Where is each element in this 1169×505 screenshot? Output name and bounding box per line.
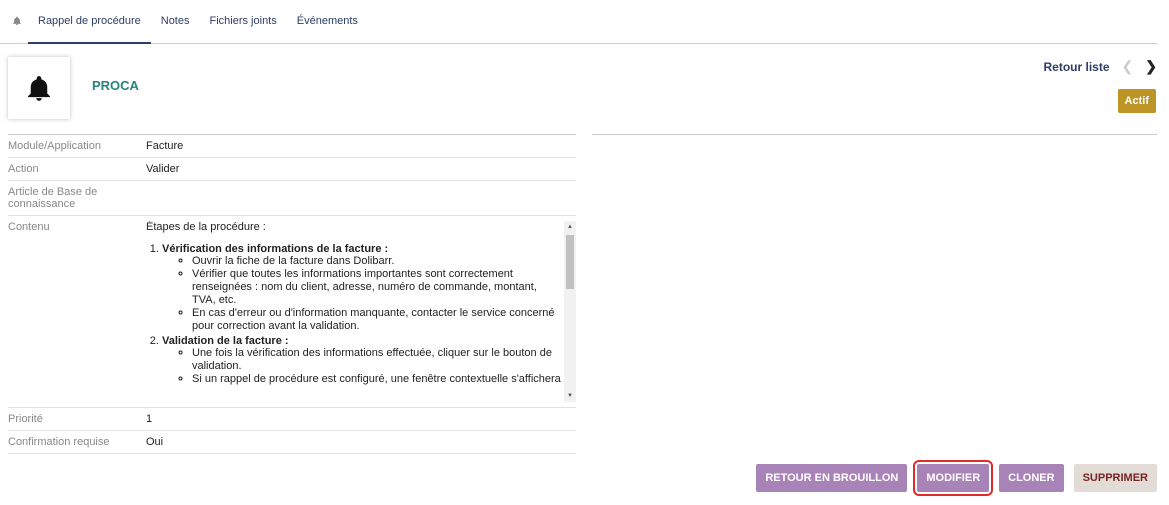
field-row-module: Module/Application Facture bbox=[8, 135, 576, 158]
field-row-knowledge-base: Article de Base de connaissance bbox=[8, 181, 576, 216]
field-value: Étapes de la procédure : Vérification de… bbox=[144, 216, 576, 407]
tab-notes[interactable]: Notes bbox=[151, 0, 200, 43]
field-value: 1 bbox=[146, 413, 153, 425]
list-item: Ouvrir la fiche de la facture dans Dolib… bbox=[192, 255, 562, 268]
step-title: Vérification des informations de la fact… bbox=[162, 243, 389, 255]
page-title: PROCA bbox=[92, 78, 139, 93]
list-item: Si un rappel de procédure est configuré,… bbox=[192, 373, 562, 386]
back-to-list-link[interactable]: Retour liste bbox=[1044, 60, 1110, 74]
bell-icon bbox=[28, 76, 50, 101]
scroll-thumb[interactable] bbox=[566, 235, 574, 289]
list-item: Vérifier que toutes les informations imp… bbox=[192, 268, 562, 307]
field-value: Oui bbox=[146, 436, 164, 448]
bell-icon[interactable] bbox=[0, 0, 28, 43]
field-label: Contenu bbox=[8, 221, 50, 233]
delete-button[interactable]: SUPPRIMER bbox=[1073, 464, 1157, 492]
field-row-contenu: Contenu Étapes de la procédure : Vérific… bbox=[8, 216, 576, 408]
field-label: Article de Base de connaissance bbox=[8, 186, 98, 210]
field-row-confirmation: Confirmation requise Oui bbox=[8, 431, 576, 454]
field-label: Confirmation requise bbox=[8, 436, 110, 448]
tab-fichiers-joints[interactable]: Fichiers joints bbox=[200, 0, 287, 43]
step-title: Validation de la facture : bbox=[162, 335, 289, 347]
contenu-scroll-area[interactable]: Étapes de la procédure : Vérification de… bbox=[146, 221, 576, 402]
list-item: Vérification des informations de la fact… bbox=[162, 243, 562, 333]
field-row-priority: Priorité 1 bbox=[8, 408, 576, 431]
action-buttons: RETOUR EN BROUILLON MODIFIER CLONER SUPP… bbox=[756, 460, 1157, 496]
scrollbar[interactable]: ▲ ▼ bbox=[564, 221, 576, 402]
clone-button[interactable]: CLONER bbox=[999, 464, 1064, 492]
field-label: Priorité bbox=[8, 413, 43, 425]
tab-evenements[interactable]: Événements bbox=[287, 0, 368, 43]
list-item: Validation de la facture : Une fois la v… bbox=[162, 335, 562, 386]
status-badge: Actif bbox=[1117, 89, 1156, 113]
object-logo bbox=[8, 57, 70, 119]
chevron-left-icon[interactable]: ❮ bbox=[1122, 58, 1134, 75]
chevron-right-icon[interactable]: ❯ bbox=[1145, 58, 1157, 75]
field-label: Action bbox=[8, 163, 39, 175]
back-to-draft-button[interactable]: RETOUR EN BROUILLON bbox=[756, 464, 908, 492]
record-fields: Module/Application Facture Action Valide… bbox=[8, 134, 576, 454]
field-value: Valider bbox=[146, 163, 180, 175]
field-row-action: Action Valider bbox=[8, 158, 576, 181]
tab-bar: Rappel de procédure Notes Fichiers joint… bbox=[0, 0, 1157, 44]
record-navigation: Retour liste ❮ ❯ bbox=[1044, 58, 1157, 75]
list-item: En cas d'erreur ou d'information manquan… bbox=[192, 307, 562, 333]
field-label: Module/Application bbox=[8, 140, 101, 152]
scroll-down-arrow-icon[interactable]: ▼ bbox=[564, 390, 576, 402]
scroll-up-arrow-icon[interactable]: ▲ bbox=[564, 221, 576, 233]
tab-rappel-procedure[interactable]: Rappel de procédure bbox=[28, 0, 151, 44]
field-value bbox=[144, 181, 576, 215]
field-value: Facture bbox=[146, 140, 184, 152]
contenu-intro: Étapes de la procédure : bbox=[146, 221, 266, 233]
list-item: Une fois la vérification des information… bbox=[192, 347, 562, 373]
procedure-steps: Vérification des informations de la fact… bbox=[146, 243, 562, 386]
divider bbox=[592, 134, 1157, 135]
modify-button[interactable]: MODIFIER bbox=[913, 460, 994, 496]
